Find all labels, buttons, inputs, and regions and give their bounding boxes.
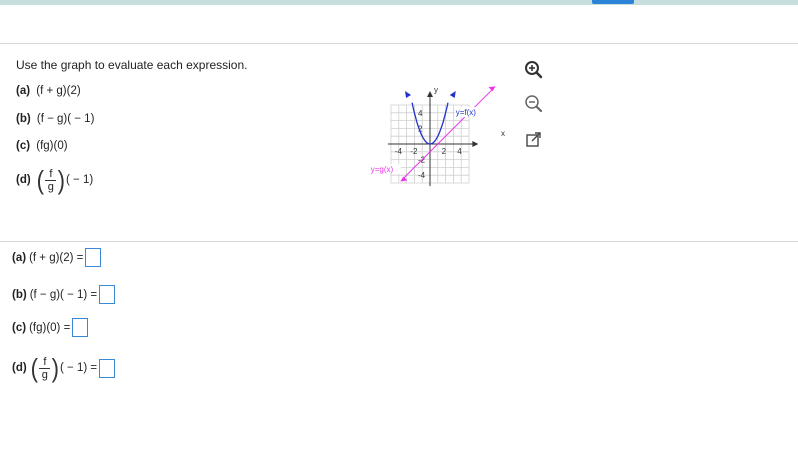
answer-c-expr: (fg)(0) = xyxy=(29,321,71,334)
right-paren: ) xyxy=(52,353,60,383)
question-c-expr: (fg)(0) xyxy=(36,140,68,152)
question-d-fraction: f g xyxy=(45,167,57,193)
answer-c: (c) (fg)(0) = xyxy=(12,318,89,337)
zoom-out-icon[interactable] xyxy=(524,94,544,114)
fraction-numerator: f xyxy=(43,355,47,368)
answer-b-input[interactable] xyxy=(99,285,116,304)
right-paren: ) xyxy=(58,165,66,195)
f-label: y=f(x) xyxy=(454,107,485,118)
question-b-part: (b) xyxy=(16,113,31,125)
question-a-expr: (f + g)(2) xyxy=(36,85,81,97)
divider-top xyxy=(0,43,798,44)
x-tick-label: 4 xyxy=(457,147,462,156)
answer-a-input[interactable] xyxy=(85,248,102,267)
f-label-text: y=f(x) xyxy=(456,108,477,117)
top-bar xyxy=(0,0,798,5)
g-label: y=g(x) xyxy=(369,164,401,175)
divider-answers xyxy=(0,241,798,242)
answer-c-input[interactable] xyxy=(72,318,89,337)
zoom-in-icon[interactable] xyxy=(524,60,544,80)
g-arrow-up xyxy=(488,86,496,92)
f-arrow-left xyxy=(405,90,412,98)
question-a-part: (a) xyxy=(16,85,31,97)
y-axis-arrow xyxy=(427,90,433,97)
fraction-numerator: f xyxy=(49,167,53,180)
answer-c-part: (c) xyxy=(12,321,27,334)
answer-d-input[interactable] xyxy=(99,358,116,378)
left-paren: ( xyxy=(36,165,44,195)
y-axis-label: y xyxy=(434,86,438,95)
question-c-part: (c) xyxy=(16,140,31,152)
question-c: (c) (fg)(0) xyxy=(16,140,68,152)
x-tick-label: -2 xyxy=(410,147,418,156)
y-tick-label: 4 xyxy=(418,109,423,118)
question-b: (b) (f − g)( − 1) xyxy=(16,113,94,125)
answer-a: (a) (f + g)(2) = xyxy=(12,248,102,267)
question-b-expr: (f − g)( − 1) xyxy=(36,113,95,125)
fraction-denominator: g xyxy=(47,180,54,193)
f-arrow-right xyxy=(449,90,456,98)
top-bar-tab[interactable] xyxy=(592,0,634,4)
answer-d-expression: ( f g ) ( − 1) = xyxy=(30,355,97,381)
left-paren: ( xyxy=(30,353,38,383)
answer-b-expr: (f − g)( − 1) = xyxy=(29,288,98,301)
answer-d: (d) ( f g ) ( − 1) = xyxy=(12,355,116,381)
problem-prompt: Use the graph to evaluate each expressio… xyxy=(16,58,248,72)
g-label-text: y=g(x) xyxy=(371,165,394,174)
question-d-arg: ( − 1) xyxy=(66,174,94,186)
answer-d-part: (d) xyxy=(12,362,27,374)
popout-icon[interactable] xyxy=(524,130,544,150)
x-axis-label: x xyxy=(501,129,505,138)
x-axis-arrow xyxy=(472,141,479,147)
answer-d-arg: ( − 1) = xyxy=(60,362,98,374)
y-tick-label: -4 xyxy=(418,171,426,180)
answer-d-fraction: f g xyxy=(39,355,51,381)
x-tick-label: 2 xyxy=(442,147,447,156)
answer-b: (b) (f − g)( − 1) = xyxy=(12,285,116,304)
answer-b-part: (b) xyxy=(12,288,27,301)
fraction-denominator: g xyxy=(41,368,48,381)
answer-a-part: (a) xyxy=(12,251,27,264)
question-d-part: (d) xyxy=(16,174,31,186)
question-a: (a) (f + g)(2) xyxy=(16,85,81,97)
x-tick-label: -4 xyxy=(395,147,403,156)
question-d: (d) ( f g ) ( − 1) xyxy=(16,167,93,193)
answer-a-expr: (f + g)(2) = xyxy=(29,251,84,264)
function-graph: -4-22442-2-4 x y y=f(x) y=g(x) xyxy=(369,86,505,187)
